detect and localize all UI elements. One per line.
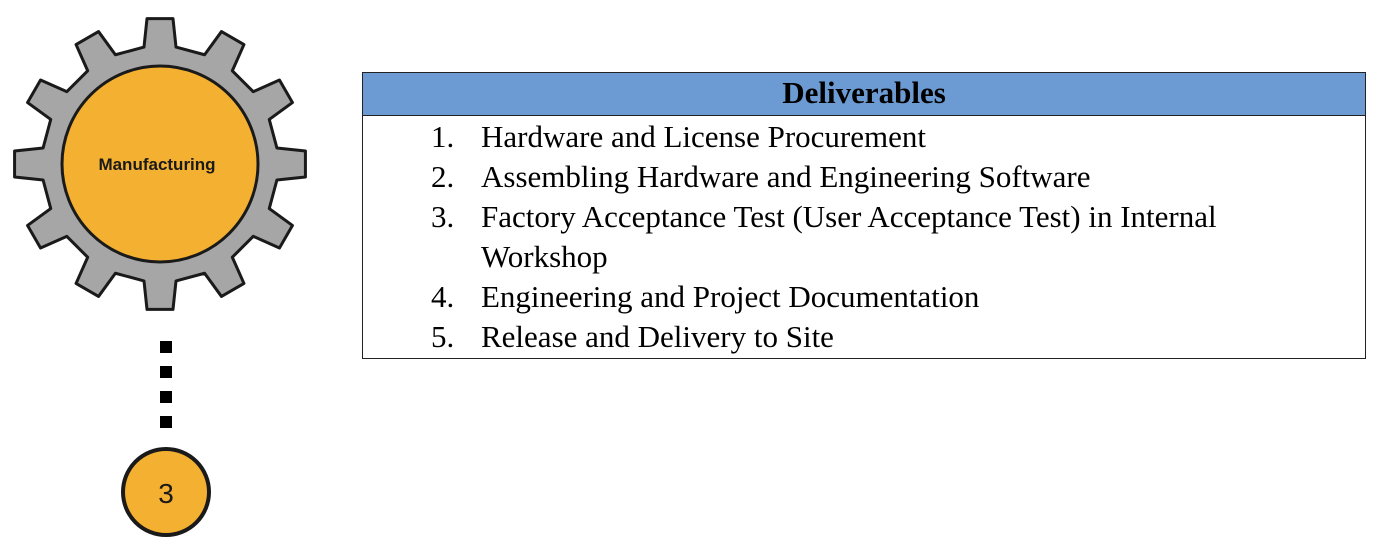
item-text: Release and Delivery to Site [481, 319, 834, 354]
item-text: Factory Acceptance Test (User Acceptance… [481, 199, 1217, 274]
item-number: 4. [431, 279, 455, 314]
gear-diagram: Manufacturing 3 [13, 17, 307, 537]
connector-dots [160, 341, 172, 428]
table-header: Deliverables [363, 73, 1365, 116]
deliverables-list: 1. Hardware and License Procurement 2. A… [363, 116, 1365, 358]
gear-label: Manufacturing [98, 155, 215, 174]
deliverables-table: Deliverables 1. Hardware and License Pro… [362, 72, 1366, 359]
item-text: Hardware and License Procurement [481, 119, 926, 154]
step-number: 3 [158, 478, 174, 509]
connector-dot [160, 366, 172, 378]
item-text: Engineering and Project Documentation [481, 279, 980, 314]
list-item: 4. Engineering and Project Documentation [363, 277, 1365, 317]
item-number: 1. [431, 119, 455, 154]
connector-dot [160, 391, 172, 403]
list-item: 3. Factory Acceptance Test (User Accepta… [363, 197, 1365, 277]
connector-dot [160, 341, 172, 353]
list-item: 5. Release and Delivery to Site [363, 317, 1365, 357]
list-item: 1. Hardware and License Procurement [363, 117, 1365, 157]
item-number: 5. [431, 319, 455, 354]
item-text: Assembling Hardware and Engineering Soft… [481, 159, 1091, 194]
item-number: 2. [431, 159, 455, 194]
connector-dot [160, 416, 172, 428]
item-number: 3. [431, 199, 455, 234]
list-item: 2. Assembling Hardware and Engineering S… [363, 157, 1365, 197]
